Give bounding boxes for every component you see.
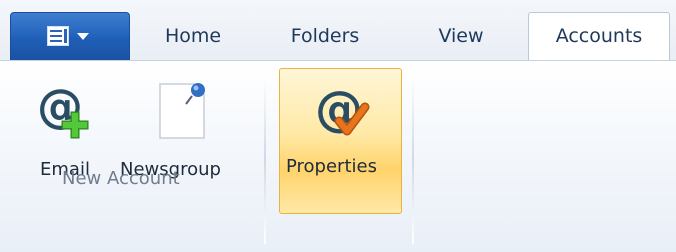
group-label-new-account: New Account — [62, 168, 180, 189]
file-menu-button[interactable] — [10, 12, 130, 60]
svg-text:@: @ — [315, 81, 363, 137]
chevron-down-icon — [77, 33, 89, 40]
newsgroup-document-icon — [159, 83, 205, 139]
tab-home[interactable]: Home — [143, 12, 243, 60]
tab-accounts[interactable]: Accounts — [528, 12, 670, 60]
application-menu-icon — [47, 26, 69, 46]
account-properties-icon: @ — [315, 81, 370, 137]
group-separator — [264, 74, 266, 244]
tab-view[interactable]: View — [418, 12, 504, 60]
properties-button-label: Properties — [286, 156, 377, 177]
ribbon-tab-strip: Home Folders View Accounts — [0, 0, 676, 60]
properties-button[interactable]: @ Properties — [279, 68, 402, 214]
group-separator-2 — [412, 74, 414, 244]
tab-folders[interactable]: Folders — [270, 12, 380, 60]
email-account-add-icon: @ — [38, 82, 89, 139]
